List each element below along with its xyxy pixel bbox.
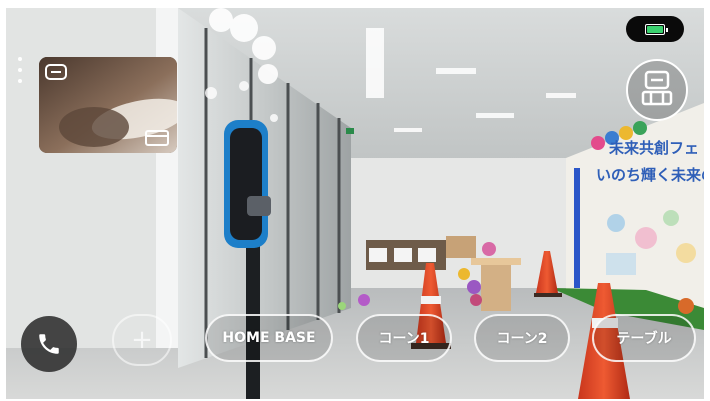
expand-icon[interactable] [145,130,169,146]
phone-icon [39,334,59,354]
location-cone1-button[interactable]: コーン1 [356,314,452,362]
battery-status [626,16,684,42]
plus-icon: + [131,325,153,355]
mural-text-1: 未来共創フェ [608,139,699,157]
self-view-pip[interactable] [39,57,177,153]
camera-frame: 未来共創フェ いのち輝く未来のき [6,8,704,399]
more-vertical-icon[interactable] [14,56,26,86]
battery-icon [645,23,668,35]
robot-mode-button[interactable] [626,59,688,121]
robot-icon [641,70,673,106]
location-table-button[interactable]: テーブル [592,314,696,362]
location-cone2-button[interactable]: コーン2 [474,314,570,362]
call-button[interactable] [21,316,77,372]
minimize-icon[interactable] [45,64,67,80]
mural-text-2: いのち輝く未来のき [596,166,704,184]
add-location-button[interactable]: + [112,314,172,366]
location-home-base-button[interactable]: HOME BASE [205,314,333,362]
